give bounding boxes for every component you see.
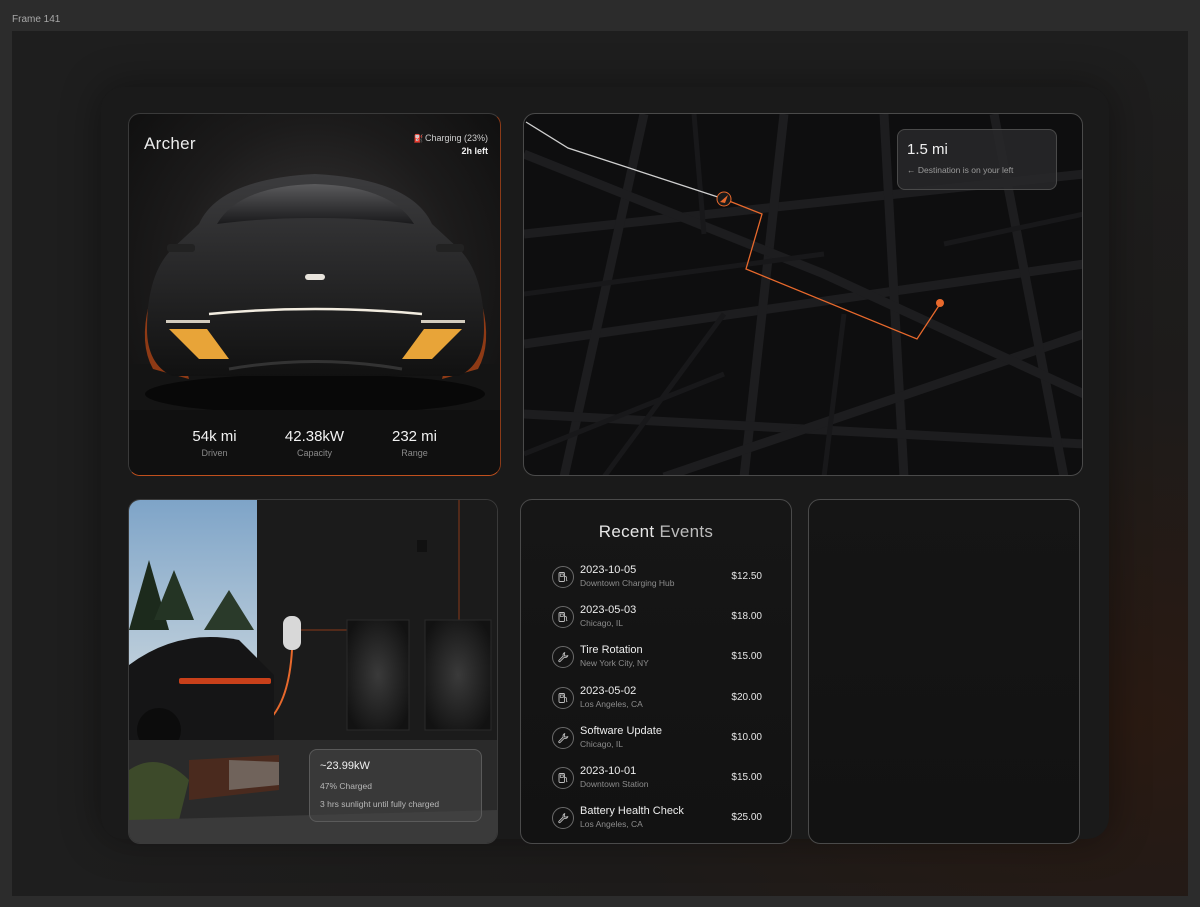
stat-label: Capacity (296, 447, 332, 458)
event-location: Los Angeles, CA (580, 819, 643, 830)
event-row[interactable]: Tire Rotation New York City, NY $15.00 (552, 642, 762, 672)
event-amount: $15.00 (731, 772, 762, 783)
charging-time-left: 2h left (461, 146, 488, 156)
frame-label: Frame 141 (12, 14, 61, 25)
event-amount: $12.50 (731, 571, 762, 582)
empty-card (808, 499, 1080, 844)
charging-status: ⛽ Charging (23%) 2h left (413, 132, 488, 158)
charging-station-icon (552, 767, 574, 789)
wrench-icon (552, 807, 574, 830)
event-location: Chicago, IL (580, 618, 623, 629)
destination-direction: ← Destination is on your left (907, 165, 1014, 175)
vehicle-card[interactable]: Archer ⛽ Charging (23%) 2h left 54k mi D… (128, 113, 501, 476)
sunlight-note: 3 hrs sunlight until fully charged (320, 799, 440, 809)
destination-distance: 1.5 mi (907, 141, 948, 158)
charging-percent: Charging (23%) (424, 133, 488, 143)
event-location: Downtown Charging Hub (580, 578, 675, 588)
events-title: Recent Events (521, 522, 791, 542)
wrench-icon (552, 726, 574, 749)
stat-driven: 54k mi Driven (165, 428, 265, 458)
stat-capacity: 42.38kW Capacity (265, 428, 365, 458)
navigation-map[interactable]: 1.5 mi ← Destination is on your left (523, 113, 1083, 476)
stat-range: 232 mi Range (365, 428, 465, 458)
charge-power: ~23.99kW (320, 760, 370, 772)
event-row[interactable]: Battery Health Check Los Angeles, CA $25.0… (552, 803, 762, 833)
event-location: Downtown Station (580, 779, 649, 789)
battery-icon: ⛽ (413, 134, 424, 143)
event-location: Los Angeles, CA (580, 698, 643, 709)
stat-value: 42.38kW (284, 427, 345, 445)
recent-events-card: Recent Events 2023-10-05 Downtown Chargin… (520, 499, 792, 844)
event-name: 2023-05-02 (580, 684, 637, 697)
event-name: 2023-05-03 (580, 604, 637, 617)
event-row[interactable]: 2023-10-05 Downtown Charging Hub $12.50 (552, 562, 762, 592)
event-location: New York City, NY (580, 658, 649, 669)
event-name: Tire Rotation (580, 644, 643, 657)
event-amount: $15.00 (731, 651, 762, 663)
event-name: 2023-10-05 (580, 564, 637, 576)
route-ahead (723, 198, 941, 340)
car-image (129, 174, 500, 416)
event-row[interactable]: 2023-05-03 Chicago, IL $18.00 (552, 602, 762, 632)
solar-charge-info: ~23.99kW 47% Charged 3 hrs sunlight unti… (309, 749, 482, 822)
charging-station-icon (552, 606, 574, 629)
stat-value: 232 mi (391, 427, 438, 445)
event-amount: $20.00 (731, 691, 762, 703)
event-name: Battery Health Check (580, 805, 684, 818)
vehicle-stats: 54k mi Driven 42.38kW Capacity 232 mi Ra… (129, 410, 500, 475)
event-name: 2023-10-01 (580, 765, 637, 777)
stat-label: Range (401, 447, 428, 458)
event-amount: $10.00 (731, 731, 762, 743)
charging-station-icon (552, 566, 574, 588)
stat-value: 54k mi (192, 427, 237, 445)
destination-pin-icon (936, 299, 944, 307)
charge-percent: 47% Charged (320, 781, 372, 791)
wrench-icon (552, 646, 574, 669)
event-row[interactable]: Software Update Chicago, IL $10.00 (552, 723, 762, 753)
event-row[interactable]: 2023-10-01 Downtown Station $15.00 (552, 763, 762, 793)
stat-label: Driven (201, 447, 228, 458)
event-name: Software Update (580, 724, 662, 737)
home-charging-card[interactable]: ~23.99kW 47% Charged 3 hrs sunlight unti… (128, 499, 498, 844)
charging-station-icon (552, 686, 574, 709)
event-row[interactable]: 2023-05-02 Los Angeles, CA $20.00 (552, 683, 762, 713)
destination-info: 1.5 mi ← Destination is on your left (897, 129, 1057, 190)
vehicle-name: Archer (144, 134, 196, 153)
events-title-part1: Recent (598, 522, 655, 541)
event-amount: $18.00 (731, 611, 762, 623)
event-amount: $25.00 (731, 812, 762, 824)
event-location: Chicago, IL (580, 738, 623, 749)
events-title-part2: Events (659, 522, 714, 541)
